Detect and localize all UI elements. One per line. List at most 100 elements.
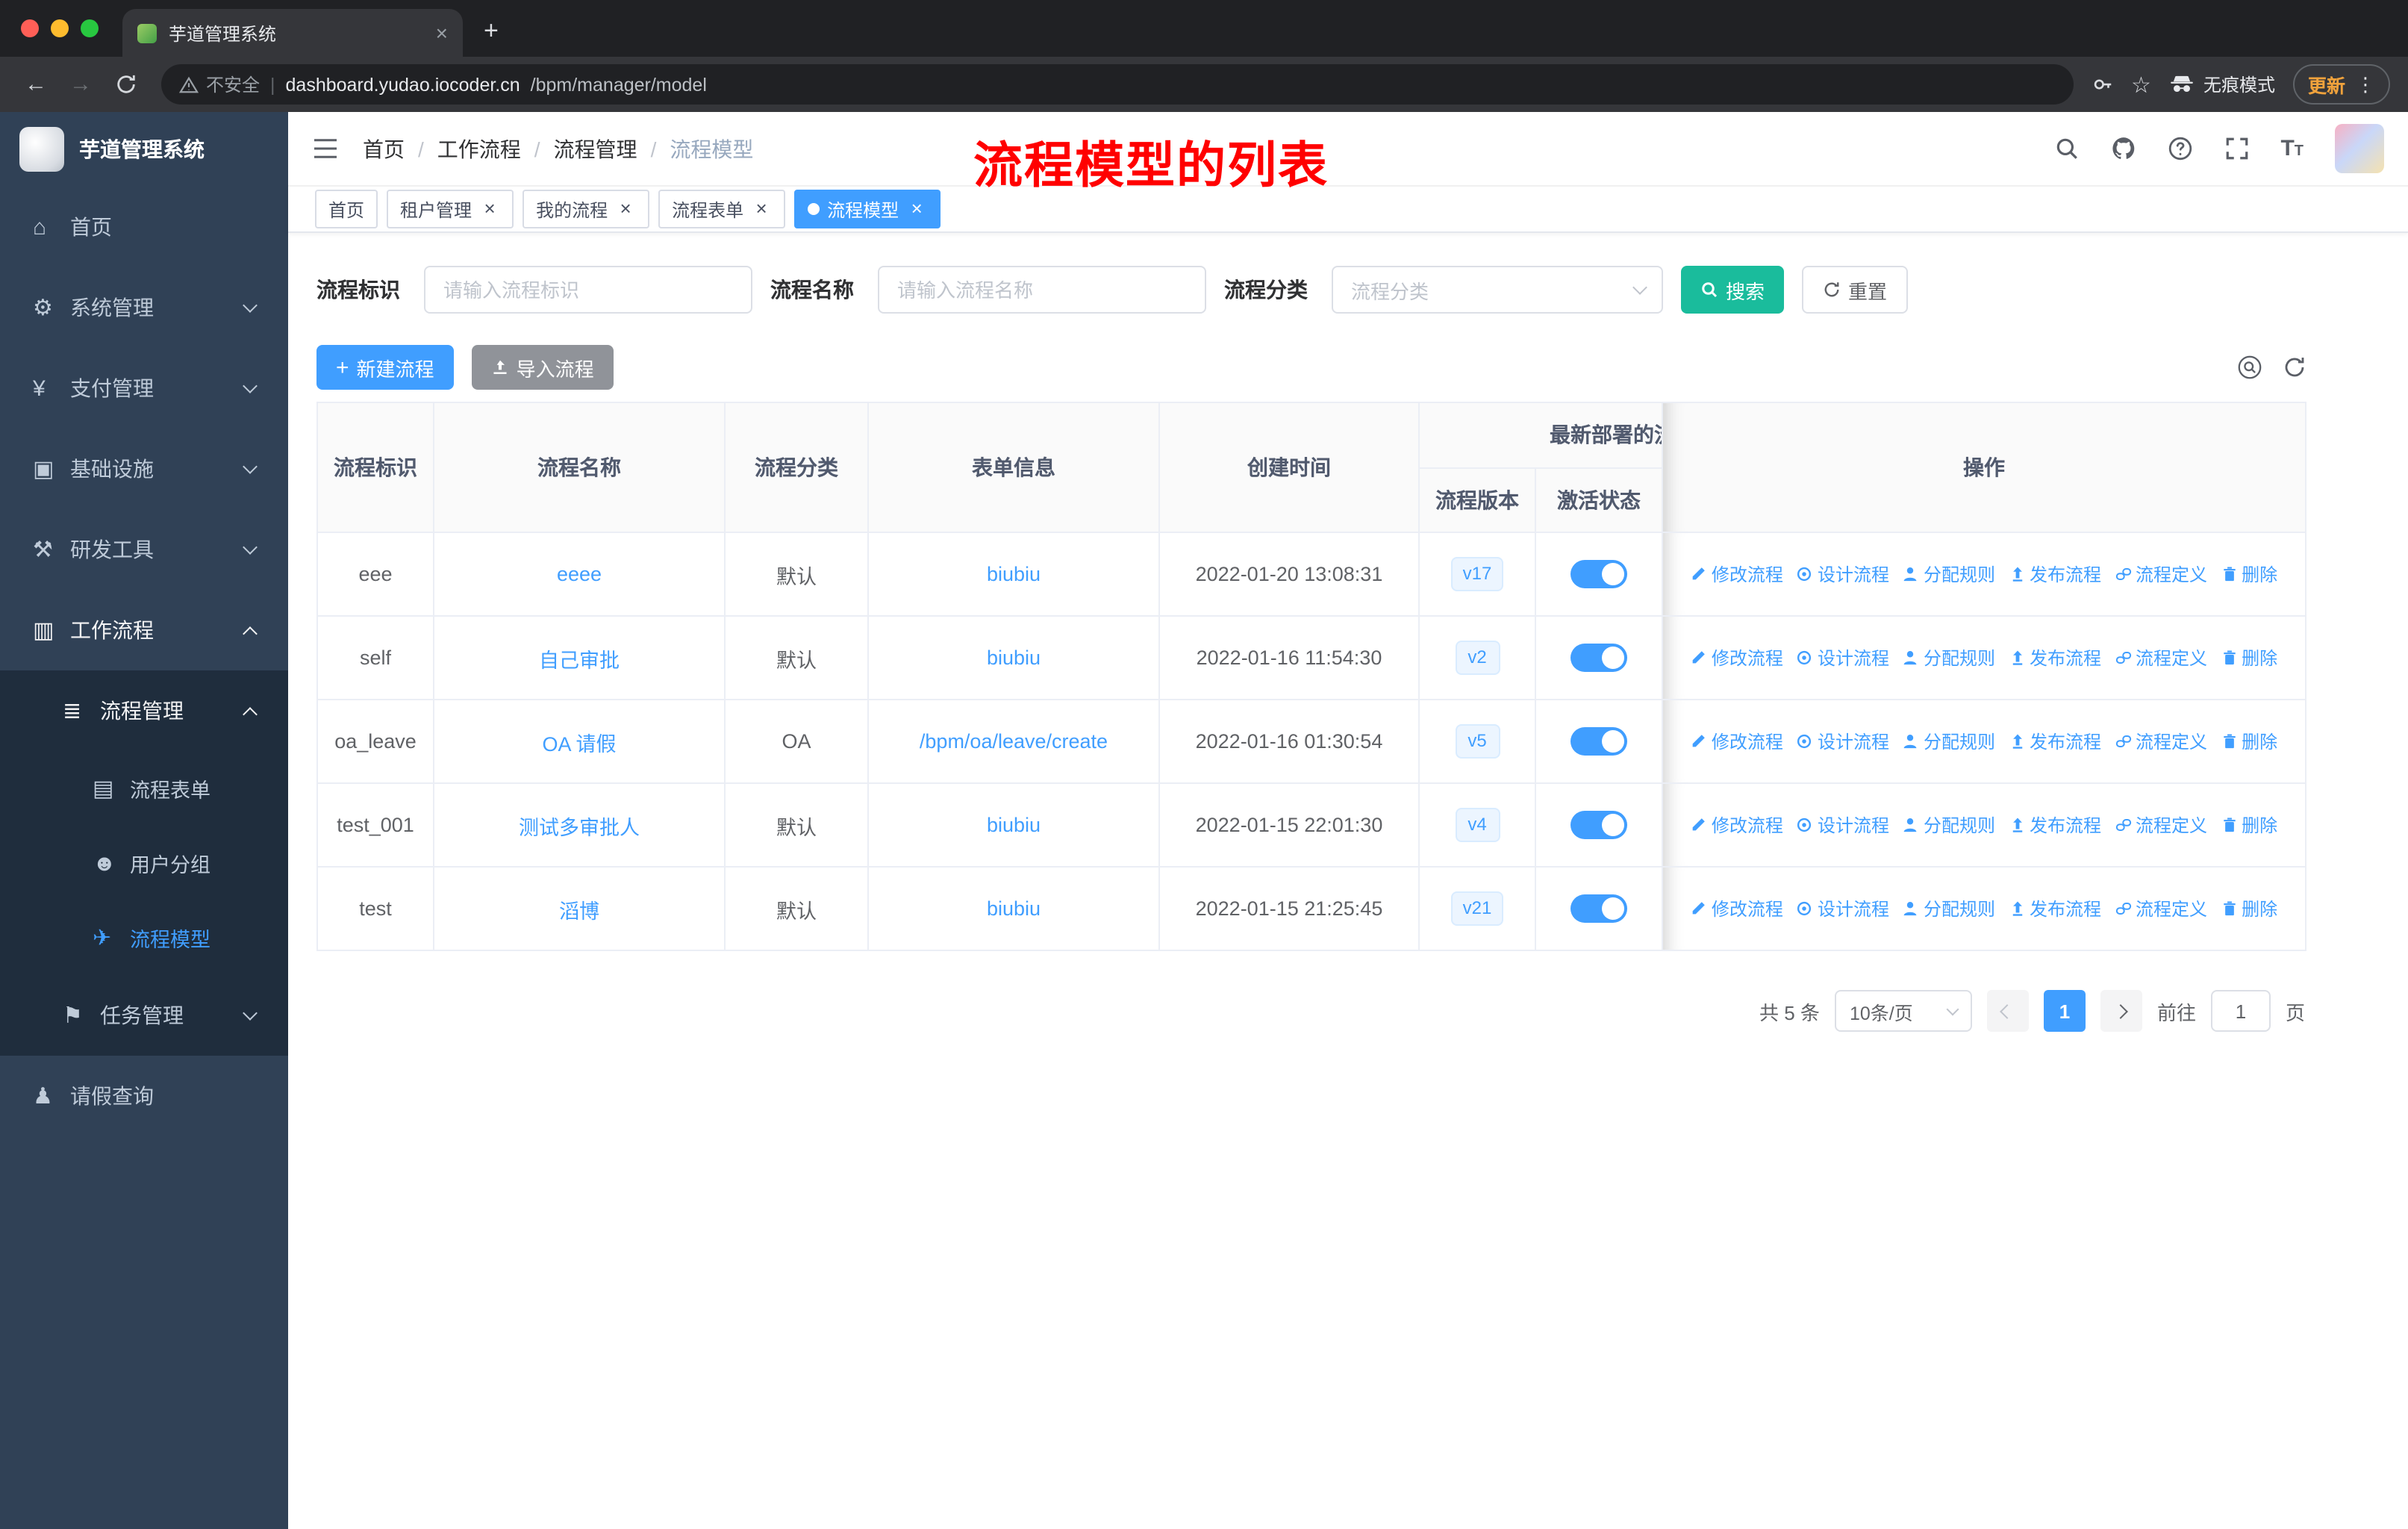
tag-item[interactable]: 首页 bbox=[315, 190, 378, 228]
tag-close-icon[interactable]: × bbox=[615, 198, 636, 219]
menu-fold-icon[interactable] bbox=[312, 137, 339, 160]
address-bar[interactable]: 不安全 | dashboard.yudao.iocoder.cn/bpm/man… bbox=[161, 64, 2074, 105]
zoom-window-button[interactable] bbox=[81, 19, 99, 37]
sidebar-item-leave-query[interactable]: ♟ 请假查询 bbox=[0, 1056, 288, 1136]
sidebar-item-system[interactable]: ⚙ 系统管理 bbox=[0, 267, 288, 348]
form-info-link[interactable]: biubiu bbox=[987, 563, 1041, 585]
tag-item[interactable]: 流程表单 × bbox=[658, 190, 786, 228]
tag-close-icon[interactable]: × bbox=[479, 198, 500, 219]
back-button[interactable]: ← bbox=[18, 72, 54, 97]
action-design[interactable]: 设计流程 bbox=[1797, 645, 1889, 670]
process-name-link[interactable]: 滔博 bbox=[559, 900, 599, 922]
sidebar-item-user-group[interactable]: ☻ 用户分组 bbox=[0, 826, 288, 900]
active-toggle[interactable] bbox=[1570, 727, 1627, 756]
action-design[interactable]: 设计流程 bbox=[1797, 812, 1889, 838]
action-assign[interactable]: 分配规则 bbox=[1903, 812, 1995, 838]
toggle-search-icon[interactable] bbox=[2238, 355, 2262, 379]
tag-item[interactable]: 租户管理 × bbox=[387, 190, 514, 228]
prev-page-button[interactable] bbox=[1986, 990, 2029, 1032]
process-name-link[interactable]: eeee bbox=[557, 563, 602, 585]
form-info-link[interactable]: /bpm/oa/leave/create bbox=[920, 730, 1108, 753]
breadcrumb-item[interactable]: 流程管理 bbox=[554, 134, 637, 164]
action-definition[interactable]: 流程定义 bbox=[2115, 896, 2207, 921]
user-avatar[interactable] bbox=[2335, 124, 2384, 173]
action-edit[interactable]: 修改流程 bbox=[1691, 729, 1783, 754]
action-assign[interactable]: 分配规则 bbox=[1903, 561, 1995, 587]
form-info-link[interactable]: biubiu bbox=[987, 814, 1041, 836]
sidebar-item-devtools[interactable]: ⚒ 研发工具 bbox=[0, 509, 288, 590]
action-assign[interactable]: 分配规则 bbox=[1903, 645, 1995, 670]
page-size-select[interactable]: 10条/页 bbox=[1834, 990, 1972, 1032]
action-publish[interactable]: 发布流程 bbox=[2009, 896, 2101, 921]
action-edit[interactable]: 修改流程 bbox=[1691, 896, 1783, 921]
action-edit[interactable]: 修改流程 bbox=[1691, 645, 1783, 670]
reload-button[interactable] bbox=[107, 73, 143, 96]
tag-item[interactable]: 我的流程 × bbox=[523, 190, 650, 228]
new-tab-button[interactable]: + bbox=[484, 16, 499, 46]
reset-button[interactable]: 重置 bbox=[1802, 266, 1909, 314]
tag-item[interactable]: 流程模型 × bbox=[794, 190, 941, 228]
minimize-window-button[interactable] bbox=[51, 19, 69, 37]
browser-menu-icon[interactable]: ⋮ bbox=[2356, 72, 2375, 96]
active-toggle[interactable] bbox=[1570, 811, 1627, 839]
active-toggle[interactable] bbox=[1570, 644, 1627, 672]
action-publish[interactable]: 发布流程 bbox=[2009, 561, 2101, 587]
active-toggle[interactable] bbox=[1570, 894, 1627, 923]
process-name-link[interactable]: 自己审批 bbox=[539, 649, 620, 671]
refresh-table-icon[interactable] bbox=[2283, 355, 2306, 379]
action-delete[interactable]: 删除 bbox=[2221, 645, 2277, 670]
search-button[interactable]: 搜索 bbox=[1681, 266, 1785, 314]
process-name-link[interactable]: 测试多审批人 bbox=[519, 816, 640, 838]
tag-close-icon[interactable]: × bbox=[751, 198, 772, 219]
form-info-link[interactable]: biubiu bbox=[987, 897, 1041, 920]
page-number-button[interactable]: 1 bbox=[2043, 990, 2086, 1032]
create-process-button[interactable]: + 新建流程 bbox=[316, 345, 454, 390]
action-publish[interactable]: 发布流程 bbox=[2009, 812, 2101, 838]
font-size-icon[interactable]: TT bbox=[2280, 136, 2303, 161]
close-window-button[interactable] bbox=[21, 19, 39, 37]
category-select[interactable]: 流程分类 bbox=[1332, 266, 1663, 314]
update-menu-button[interactable]: 更新 ⋮ bbox=[2292, 64, 2390, 105]
action-edit[interactable]: 修改流程 bbox=[1691, 812, 1783, 838]
action-assign[interactable]: 分配规则 bbox=[1903, 729, 1995, 754]
action-design[interactable]: 设计流程 bbox=[1797, 561, 1889, 587]
breadcrumb-item[interactable]: 工作流程 bbox=[437, 134, 521, 164]
search-icon[interactable] bbox=[2053, 136, 2079, 161]
fullscreen-icon[interactable] bbox=[2224, 136, 2249, 161]
help-icon[interactable] bbox=[2167, 136, 2192, 161]
action-design[interactable]: 设计流程 bbox=[1797, 896, 1889, 921]
process-key-input[interactable] bbox=[424, 266, 752, 314]
action-assign[interactable]: 分配规则 bbox=[1903, 896, 1995, 921]
process-name-input[interactable] bbox=[878, 266, 1206, 314]
sidebar-item-infra[interactable]: ▣ 基础设施 bbox=[0, 429, 288, 509]
action-delete[interactable]: 删除 bbox=[2221, 561, 2277, 587]
action-publish[interactable]: 发布流程 bbox=[2009, 729, 2101, 754]
next-page-button[interactable] bbox=[2100, 990, 2142, 1032]
action-delete[interactable]: 删除 bbox=[2221, 896, 2277, 921]
action-definition[interactable]: 流程定义 bbox=[2115, 729, 2207, 754]
github-icon[interactable] bbox=[2110, 136, 2136, 161]
active-toggle[interactable] bbox=[1570, 560, 1627, 588]
form-info-link[interactable]: biubiu bbox=[987, 647, 1041, 669]
process-name-link[interactable]: OA 请假 bbox=[542, 732, 616, 755]
action-delete[interactable]: 删除 bbox=[2221, 729, 2277, 754]
breadcrumb-item[interactable]: 首页 bbox=[363, 134, 405, 164]
action-design[interactable]: 设计流程 bbox=[1797, 729, 1889, 754]
action-definition[interactable]: 流程定义 bbox=[2115, 645, 2207, 670]
sidebar-item-process-form[interactable]: ▤ 流程表单 bbox=[0, 751, 288, 826]
sidebar-item-process-model[interactable]: ✈ 流程模型 bbox=[0, 900, 288, 975]
goto-page-input[interactable] bbox=[2210, 990, 2271, 1032]
action-edit[interactable]: 修改流程 bbox=[1691, 561, 1783, 587]
sidebar-item-payment[interactable]: ¥ 支付管理 bbox=[0, 348, 288, 429]
sidebar-item-workflow[interactable]: ▥ 工作流程 bbox=[0, 590, 288, 670]
action-delete[interactable]: 删除 bbox=[2221, 812, 2277, 838]
action-definition[interactable]: 流程定义 bbox=[2115, 561, 2207, 587]
action-definition[interactable]: 流程定义 bbox=[2115, 812, 2207, 838]
bookmark-star-icon[interactable]: ☆ bbox=[2131, 71, 2151, 98]
sidebar-item-home[interactable]: ⌂ 首页 bbox=[0, 187, 288, 267]
password-key-icon[interactable] bbox=[2091, 73, 2113, 96]
action-publish[interactable]: 发布流程 bbox=[2009, 645, 2101, 670]
security-warning[interactable]: 不安全 bbox=[179, 72, 260, 97]
tag-close-icon[interactable]: × bbox=[906, 198, 927, 219]
sidebar-item-process-mgmt[interactable]: ≣ 流程管理 bbox=[0, 670, 288, 751]
